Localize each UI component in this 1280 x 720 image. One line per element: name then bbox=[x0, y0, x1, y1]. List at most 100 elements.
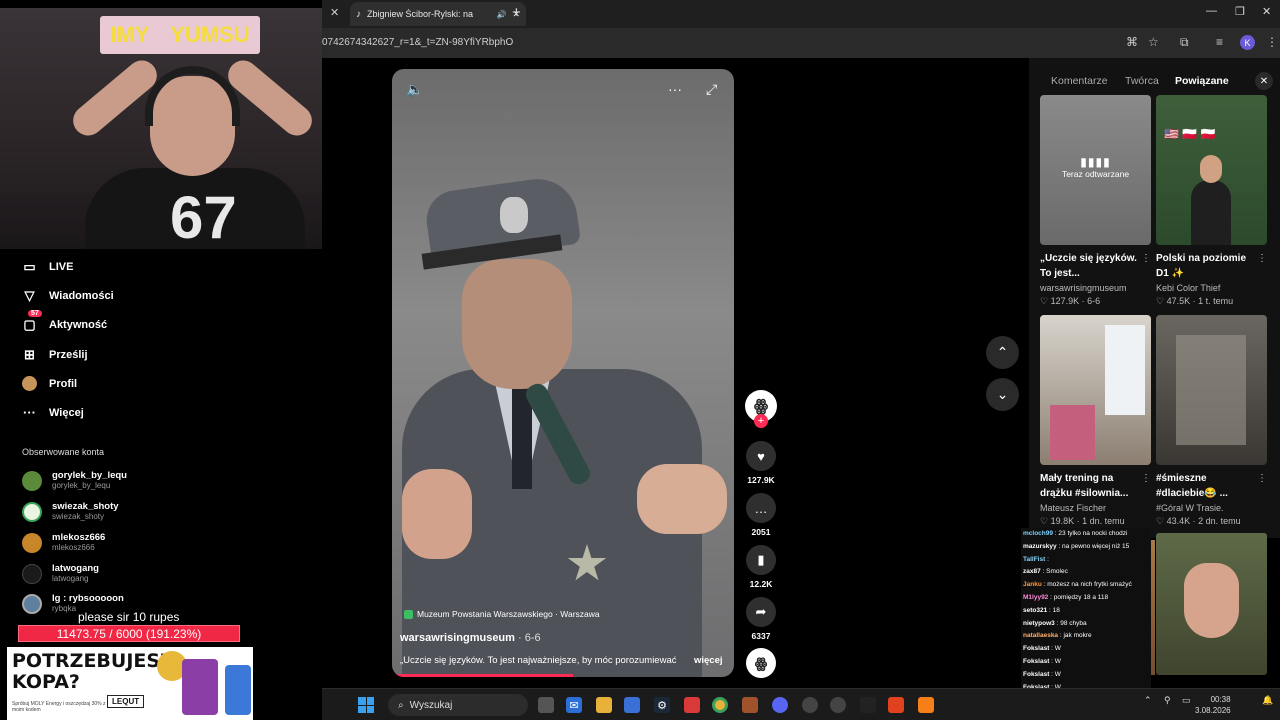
media-controls-icon[interactable]: ≡ bbox=[1216, 35, 1223, 49]
more-options-icon[interactable]: ··· bbox=[668, 81, 682, 97]
card-author[interactable]: Mateusz Fischer bbox=[1040, 503, 1151, 513]
app-icon[interactable] bbox=[830, 697, 846, 713]
sidebar-item-activity[interactable]: ▢ 57 Aktywność bbox=[22, 310, 107, 332]
card-menu-icon[interactable]: ⋮ bbox=[1257, 473, 1267, 484]
windows-start-icon[interactable] bbox=[358, 697, 374, 713]
menu-icon[interactable]: ⋮ bbox=[1266, 35, 1278, 49]
network-icon[interactable]: ▭ bbox=[1182, 695, 1191, 706]
chat-message: natallaeska : jak mokre bbox=[1021, 630, 1151, 643]
window-close-icon[interactable]: ✕ bbox=[1262, 5, 1271, 18]
close-panel-icon[interactable]: ✕ bbox=[1255, 72, 1273, 90]
like-action[interactable]: ♥ 127.9K bbox=[744, 441, 778, 485]
outlook-icon[interactable]: ✉ bbox=[566, 697, 582, 713]
card-author[interactable]: #Góral W Trasie. bbox=[1156, 503, 1267, 513]
brave-icon[interactable] bbox=[888, 697, 904, 713]
chat-username[interactable]: Fokslast bbox=[1023, 658, 1049, 665]
video-player[interactable]: 🔈 ··· ⤢ Muzeum Powstania Warszawskiego ·… bbox=[392, 69, 734, 677]
app-icon[interactable] bbox=[684, 697, 700, 713]
notifications-icon[interactable]: 🔔 bbox=[1262, 695, 1273, 706]
maximize-icon[interactable]: ❐ bbox=[1235, 5, 1245, 18]
file-explorer-icon[interactable] bbox=[596, 697, 612, 713]
comment-icon[interactable]: … bbox=[746, 493, 776, 523]
minimize-icon[interactable]: — bbox=[1206, 5, 1217, 17]
tray-up-arrow-icon[interactable]: ⌃ bbox=[1144, 695, 1152, 706]
tab-comments[interactable]: Komentarze bbox=[1051, 75, 1108, 87]
related-video-card[interactable]: ▮▮▮▮ Teraz odtwarzane „Uczcie się językó… bbox=[1040, 95, 1151, 307]
task-view-icon[interactable] bbox=[538, 697, 554, 713]
browser-tab[interactable]: ♪ Zbigniew Ścibor-Rylski: na 🔊 ✕ bbox=[350, 2, 526, 26]
video-thumbnail[interactable] bbox=[1156, 315, 1267, 465]
video-thumbnail[interactable]: ▮▮▮▮ Teraz odtwarzane bbox=[1040, 95, 1151, 245]
translate-icon[interactable]: ⌘ bbox=[1126, 35, 1138, 49]
following-account[interactable]: gorylek_by_lequ gorylek_by_lequ bbox=[22, 470, 127, 491]
app-icon[interactable] bbox=[860, 697, 876, 713]
card-menu-icon[interactable]: ⋮ bbox=[1141, 253, 1151, 264]
extensions-icon[interactable]: ⧉ bbox=[1180, 35, 1189, 50]
taskbar-clock[interactable]: 00:38 3.08.2026 bbox=[1195, 694, 1231, 716]
chat-username[interactable]: M1lyy92 bbox=[1023, 594, 1048, 601]
location-tag[interactable]: Muzeum Powstania Warszawskiego · Warszaw… bbox=[404, 609, 600, 619]
follow-plus-icon[interactable]: + bbox=[754, 414, 768, 428]
card-menu-icon[interactable]: ⋮ bbox=[1141, 473, 1151, 484]
video-progress-bar[interactable] bbox=[392, 674, 574, 677]
obs-icon[interactable] bbox=[802, 697, 818, 713]
tray-icon[interactable]: ⚲ bbox=[1164, 695, 1171, 706]
chat-username[interactable]: nietypow3 bbox=[1023, 620, 1055, 627]
following-account[interactable]: latwogang latwogang bbox=[22, 563, 99, 584]
profile-avatar[interactable]: K bbox=[1240, 35, 1255, 50]
chat-username[interactable]: TallFist bbox=[1023, 556, 1045, 563]
bookmark-star-icon[interactable]: ☆ bbox=[1148, 35, 1159, 49]
chrome-icon[interactable] bbox=[712, 697, 728, 713]
discord-icon[interactable] bbox=[772, 697, 788, 713]
tab-creator[interactable]: Twórca bbox=[1125, 75, 1159, 87]
chat-username[interactable]: Janku bbox=[1023, 581, 1042, 588]
tab-related[interactable]: Powiązane bbox=[1175, 75, 1229, 87]
card-author[interactable]: warsawrisingmuseum bbox=[1040, 283, 1151, 293]
steam-icon[interactable]: ⚙ bbox=[654, 697, 670, 713]
chat-username[interactable]: Fokslast bbox=[1023, 671, 1049, 678]
chat-username[interactable]: seto321 bbox=[1023, 607, 1047, 614]
store-icon[interactable] bbox=[624, 697, 640, 713]
previous-video-button[interactable]: ⌃ bbox=[986, 336, 1019, 369]
sidebar-item-live[interactable]: ▭ LIVE bbox=[22, 259, 73, 274]
chat-username[interactable]: natallaeska bbox=[1023, 632, 1058, 639]
chat-username[interactable]: Fokslast bbox=[1023, 645, 1049, 652]
taskbar-search[interactable]: ⌕ Wyszukaj bbox=[388, 694, 528, 716]
share-arrow-icon[interactable]: ➦ bbox=[746, 597, 776, 627]
speaker-icon[interactable]: 🔊 bbox=[496, 10, 506, 19]
following-account[interactable]: mlekosz666 mlekosz666 bbox=[22, 532, 105, 553]
more-link[interactable]: więcej bbox=[694, 655, 723, 666]
card-author[interactable]: Kebi Color Thief bbox=[1156, 283, 1267, 293]
comment-action[interactable]: … 2051 bbox=[744, 493, 778, 537]
fullscreen-icon[interactable]: ⤢ bbox=[706, 81, 717, 98]
account-avatar bbox=[22, 593, 42, 614]
music-disc-icon[interactable]: ꙮ bbox=[746, 648, 776, 678]
chat-username[interactable]: zax87 bbox=[1023, 568, 1041, 575]
cloud-icon[interactable] bbox=[918, 697, 934, 713]
close-icon[interactable]: ✕ bbox=[330, 6, 339, 19]
app-icon[interactable] bbox=[742, 697, 758, 713]
video-author[interactable]: warsawrisingmuseum · 6-6 bbox=[400, 632, 541, 644]
sidebar-item-upload[interactable]: ⊞ Prześlij bbox=[22, 347, 87, 362]
chat-username[interactable]: mazurskyy bbox=[1023, 543, 1057, 550]
volume-icon[interactable]: 🔈 bbox=[406, 81, 423, 98]
related-video-card[interactable]: #śmieszne #dlaciebie😂 ... #Góral W Trasi… bbox=[1156, 315, 1267, 527]
bookmark-icon[interactable]: ▮ bbox=[746, 545, 776, 575]
new-tab-button[interactable]: + bbox=[512, 4, 521, 21]
sidebar-item-more[interactable]: ··· Więcej bbox=[22, 405, 84, 420]
chat-username[interactable]: mcloch99 bbox=[1023, 530, 1053, 537]
share-action[interactable]: ➦ 6337 bbox=[744, 597, 778, 641]
following-account[interactable]: swiezak_shoty swiezak_shoty bbox=[22, 501, 119, 522]
related-video-card[interactable]: Mały trening na drążku #silownia... Mate… bbox=[1040, 315, 1151, 527]
sidebar-item-messages[interactable]: ▽ Wiadomości bbox=[22, 288, 114, 303]
sidebar-item-profile[interactable]: Profil bbox=[22, 376, 77, 391]
card-menu-icon[interactable]: ⋮ bbox=[1257, 253, 1267, 264]
save-action[interactable]: ▮ 12.2K bbox=[744, 545, 778, 589]
video-thumbnail[interactable]: 🇺🇸 🇵🇱 🇵🇱 bbox=[1156, 95, 1267, 245]
second-webcam bbox=[1156, 533, 1267, 675]
related-video-card[interactable]: 🇺🇸 🇵🇱 🇵🇱 Polski na poziomie D1 ✨ Kebi Co… bbox=[1156, 95, 1267, 307]
next-video-button[interactable]: ⌄ bbox=[986, 378, 1019, 411]
heart-icon[interactable]: ♥ bbox=[746, 441, 776, 471]
video-thumbnail[interactable] bbox=[1040, 315, 1151, 465]
url-field[interactable]: 0742674342627_r=1&_t=ZN-98YfiYRbphO bbox=[322, 37, 513, 48]
